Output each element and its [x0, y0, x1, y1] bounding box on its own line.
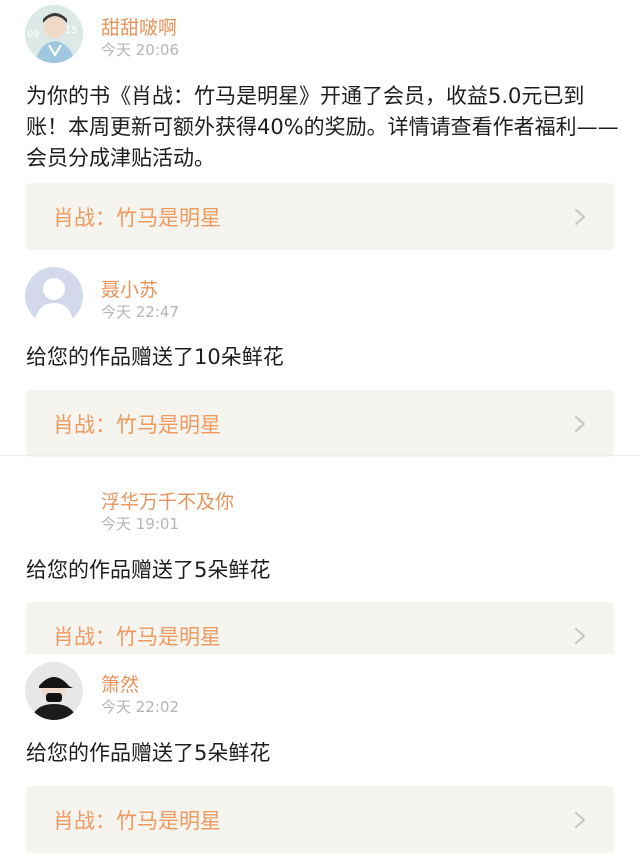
username[interactable]: 甜甜啵啊 [101, 13, 177, 40]
book-card[interactable]: 肖战：竹马是明星 [26, 183, 614, 250]
message-text: 给您的作品赠送了5朵鲜花 [26, 558, 271, 582]
book-card-title: 肖战：竹马是明星 [53, 808, 221, 833]
book-card[interactable]: 肖战：竹马是明星 [26, 786, 614, 853]
book-card-title: 肖战：竹马是明星 [53, 412, 221, 437]
message-item: 09 15 甜甜啵啊 今天 20:06 为你的书《肖战：竹马是明星》开通了会员，… [0, 5, 640, 255]
username[interactable]: 聂小苏 [101, 275, 158, 302]
timestamp: 今天 22:02 [101, 698, 179, 716]
svg-text:09: 09 [27, 29, 40, 40]
chevron-right-icon [575, 811, 585, 828]
book-card-title: 肖战：竹马是明星 [53, 205, 221, 230]
default-user-avatar-icon [25, 267, 83, 325]
book-card-title: 肖战：竹马是明星 [53, 625, 221, 649]
user-avatar[interactable] [25, 479, 83, 537]
chevron-right-icon [575, 415, 585, 432]
book-card[interactable]: 肖战：竹马是明星 [26, 390, 614, 457]
message-item: 聂小苏 今天 22:47 给您的作品赠送了10朵鲜花 肖战：竹马是明星 [0, 267, 640, 457]
svg-text:15: 15 [65, 25, 78, 36]
message-text: 为你的书《肖战：竹马是明星》开通了会员，收益5.0元已到账！本周更新可额外获得4… [26, 84, 619, 170]
username[interactable]: 箫然 [101, 670, 139, 697]
chevron-right-icon [575, 208, 585, 225]
chevron-right-icon [575, 628, 585, 644]
username[interactable]: 浮华万千不及你 [101, 487, 234, 514]
message-text: 给您的作品赠送了5朵鲜花 [26, 741, 271, 765]
message-text: 给您的作品赠送了10朵鲜花 [26, 345, 284, 369]
timestamp: 今天 20:06 [101, 41, 179, 59]
message-item: 箫然 今天 22:02 给您的作品赠送了5朵鲜花 肖战：竹马是明星 [0, 662, 640, 858]
black-cap-photo-avatar-icon [25, 662, 83, 720]
user-avatar[interactable] [25, 267, 83, 325]
user-avatar[interactable]: 09 15 [25, 5, 83, 63]
timestamp: 今天 22:47 [101, 303, 179, 321]
user-avatar[interactable] [25, 662, 83, 720]
idol-photo-avatar-icon: 09 15 [25, 5, 83, 63]
timestamp: 今天 19:01 [101, 515, 179, 533]
message-item: 浮华万千不及你 今天 19:01 给您的作品赠送了5朵鲜花 肖战：竹马是明星 [0, 479, 640, 654]
book-card[interactable]: 肖战：竹马是明星 [26, 602, 614, 654]
section-divider [0, 455, 640, 456]
